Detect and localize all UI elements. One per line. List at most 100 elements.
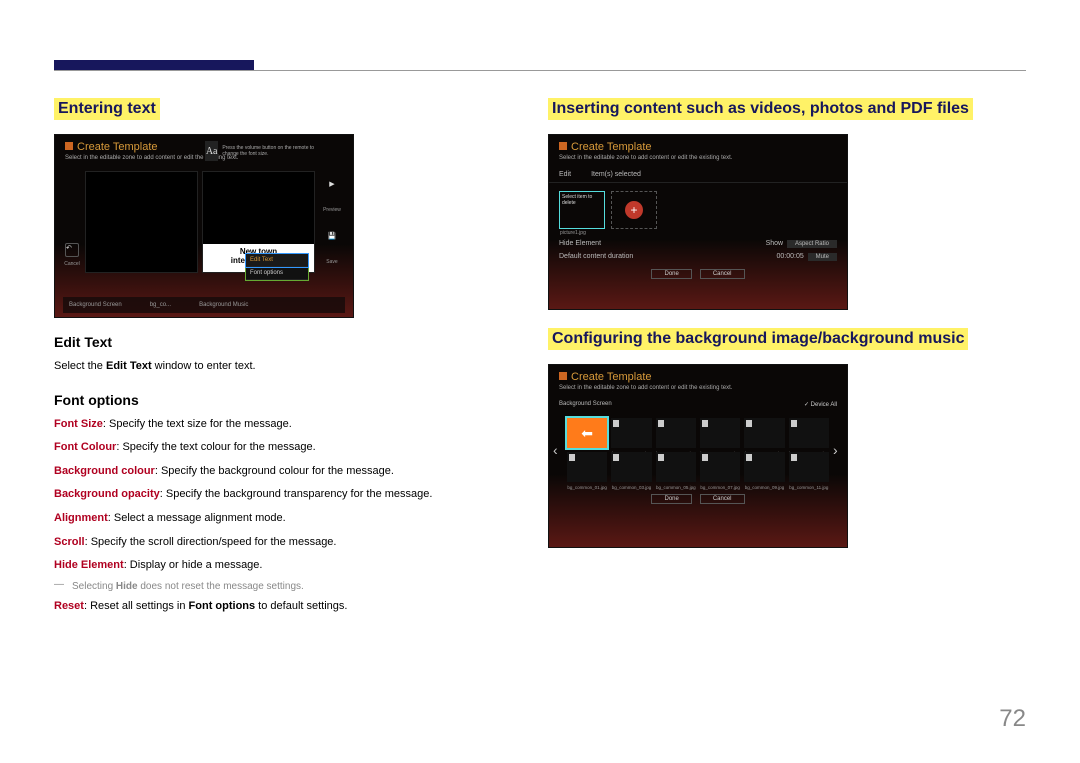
header-accent (54, 60, 254, 70)
ss2-subtitle: Select in the editable zone to add conte… (549, 153, 847, 167)
grid-wrap: ‹ › ⬅ (549, 412, 847, 488)
preview-label: Preview (323, 207, 341, 213)
font-size-hint: Aa Press the volume button on the remote… (205, 141, 315, 161)
thumb-item[interactable] (656, 452, 696, 482)
ss2-edit[interactable]: Edit (559, 171, 571, 178)
ss3-title-text: Create Template (571, 371, 652, 383)
left-column: Entering text Create Template Select in … (54, 98, 524, 621)
opt-alignment: Alignment: Select a message alignment mo… (54, 510, 524, 528)
done-button[interactable]: Done (651, 269, 691, 279)
chip-mute[interactable]: Mute (808, 253, 837, 261)
menu-font-options[interactable]: Font options (246, 267, 308, 280)
header-rule (54, 70, 1026, 71)
ss2-selected: Item(s) selected (591, 171, 641, 178)
r1l: Hide Element (559, 240, 601, 247)
save-icon[interactable]: 💾 (328, 232, 337, 240)
ss3-tab[interactable]: Background Screen (559, 401, 612, 408)
screenshot-insert-content: Create Template Select in the editable z… (548, 134, 848, 310)
bb-bg-music[interactable]: Background Music (199, 302, 248, 308)
thumb-item[interactable] (656, 418, 696, 448)
d4: : Select a message alignment mode. (108, 512, 286, 524)
thumb-item[interactable] (789, 418, 829, 448)
opt-hide: Hide Element: Display or hide a message. (54, 557, 524, 575)
rb: Font options (189, 600, 256, 612)
opt-bg-opacity: Background opacity: Specify the backgrou… (54, 486, 524, 504)
ss1-right-side: ▶ Preview 💾 Save (319, 171, 345, 273)
na: Selecting (72, 581, 116, 592)
slot-selected[interactable]: Select item to delete picture1.jpg (559, 191, 605, 229)
d5: : Specify the scroll direction/speed for… (85, 536, 337, 548)
rp: to default settings. (255, 600, 347, 612)
heading-configuring-bg: Configuring the background image/backgro… (548, 328, 968, 350)
thumb-item[interactable] (744, 452, 784, 482)
ss2-title-text: Create Template (571, 141, 652, 153)
slot-add[interactable]: + (611, 191, 657, 229)
right-column: Inserting content such as videos, photos… (548, 98, 1028, 548)
thumb-selected[interactable]: ⬅ (567, 418, 607, 448)
ss3-top-row: Background Screen ✓ Device All (549, 397, 847, 412)
opt-scroll: Scroll: Specify the scroll direction/spe… (54, 534, 524, 552)
subhead-edit-text: Edit Text (54, 334, 524, 350)
rm: : Reset all settings in (84, 600, 189, 612)
thumb-item[interactable] (789, 452, 829, 482)
thumb-item[interactable] (611, 452, 651, 482)
nb: Hide (116, 581, 138, 592)
d0: : Specify the text size for the message. (103, 418, 292, 430)
k5: Scroll (54, 536, 85, 548)
thumb-item[interactable] (700, 418, 740, 448)
t1b: Edit Text (106, 360, 152, 372)
bb-bg-value: bg_co... (150, 302, 171, 308)
cancel-button[interactable]: Cancel (700, 494, 745, 504)
ss1-left-side: ↶ Cancel (63, 171, 81, 273)
menu-edit-text[interactable]: Edit Text (246, 254, 308, 267)
ss2-buttons: Done Cancel (549, 263, 847, 285)
chip-aspect[interactable]: Aspect Ratio (787, 240, 837, 248)
panel-1[interactable] (85, 171, 198, 273)
heading-inserting-content: Inserting content such as videos, photos… (548, 98, 973, 120)
ss1-bottom-bar: Background Screen bg_co... Background Mu… (63, 297, 345, 313)
opt-font-size: Font Size: Specify the text size for the… (54, 416, 524, 434)
cancel-button[interactable]: Cancel (700, 269, 745, 279)
d6: : Display or hide a message. (124, 559, 263, 571)
k0: Font Size (54, 418, 103, 430)
ss2-edit-row: Edit Item(s) selected (549, 167, 847, 183)
nc: does not reset the message settings. (138, 581, 304, 592)
back-icon[interactable]: ↶ (65, 243, 79, 257)
k6: Hide Element (54, 559, 124, 571)
slot-hint: Select item to delete (562, 194, 602, 206)
screenshot-edit-text: Create Template Select in the editable z… (54, 134, 354, 318)
ss3-device[interactable]: Device All (811, 402, 837, 408)
thumb-item[interactable] (700, 452, 740, 482)
k4: Alignment (54, 512, 108, 524)
ss2-slots: Select item to delete picture1.jpg + (549, 183, 847, 237)
thumb-item[interactable] (611, 418, 651, 448)
thumb-item[interactable] (567, 452, 607, 482)
t1c: window to enter text. (152, 360, 256, 372)
done-button[interactable]: Done (651, 494, 691, 504)
screenshot-bg-config: Create Template Select in the editable z… (548, 364, 848, 548)
bb-bg-screen[interactable]: Background Screen (69, 302, 122, 308)
k3: Background opacity (54, 488, 160, 500)
opt-font-colour: Font Colour: Specify the text colour for… (54, 439, 524, 457)
k2: Background colour (54, 465, 155, 477)
opt-bg-colour: Background colour: Specify the backgroun… (54, 463, 524, 481)
row-hide-element: Hide Element Show Aspect Ratio (549, 237, 847, 250)
subhead-font-options: Font options (54, 392, 524, 408)
preview-icon[interactable]: ▶ (329, 180, 334, 188)
ss3-buttons: Done Cancel (549, 488, 847, 510)
plus-icon[interactable]: + (625, 201, 643, 219)
d3: : Specify the background transparency fo… (160, 488, 433, 500)
r2l: Default content duration (559, 253, 633, 260)
thumb-item[interactable] (744, 418, 784, 448)
rk: Reset (54, 600, 84, 612)
aa-hint-text: Press the volume button on the remote to… (222, 145, 315, 157)
page-number: 72 (999, 705, 1026, 733)
k1: Font Colour (54, 441, 116, 453)
r2r: 00:00:05 (777, 253, 804, 260)
context-menu[interactable]: Edit Text Font options (245, 253, 309, 281)
ss1-title-text: Create Template (77, 141, 158, 153)
edit-text-desc: Select the Edit Text window to enter tex… (54, 358, 524, 376)
t1a: Select the (54, 360, 106, 372)
row-duration: Default content duration 00:00:05 Mute (549, 250, 847, 263)
r1r: Show (766, 240, 784, 247)
